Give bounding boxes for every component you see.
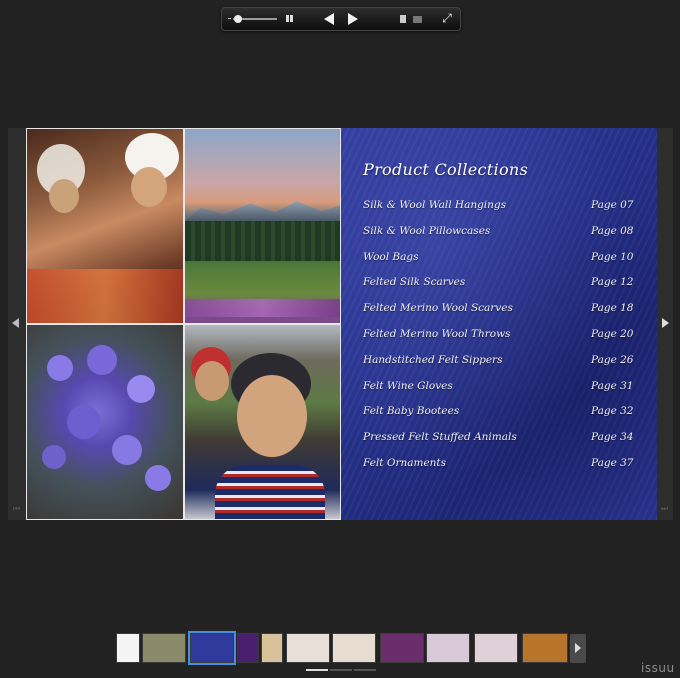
toc-item[interactable]: Silk & Wool Wall Hangings Page 07 — [363, 196, 635, 222]
two-page-view-icon[interactable] — [286, 15, 294, 23]
thumbnail[interactable] — [237, 633, 259, 663]
photo-purple-flowers — [27, 325, 183, 519]
toc-item[interactable]: Silk & Wool Pillowcases Page 08 — [363, 222, 635, 248]
toc-item[interactable]: Felted Merino Wool Scarves Page 18 — [363, 299, 635, 325]
toc-item-title: Silk & Wool Pillowcases — [363, 224, 491, 237]
thumbnail[interactable] — [142, 633, 186, 663]
fullscreen-icon[interactable]: ⤢ — [441, 12, 453, 24]
toc-item-page: Page 20 — [591, 327, 634, 340]
previous-icon[interactable] — [324, 13, 334, 25]
toc-item-title: Silk & Wool Wall Hangings — [363, 199, 507, 211]
zoom-slider-handle[interactable] — [234, 15, 242, 23]
toc-item-title: Felt Wine Gloves — [363, 379, 453, 392]
thumbnail[interactable] — [426, 633, 470, 663]
photo-smiling-boys — [185, 325, 340, 519]
toc-item-page: Page 31 — [591, 379, 634, 392]
thumbnail[interactable] — [332, 633, 376, 663]
chevron-right-icon — [575, 643, 581, 653]
toc-item-title: Wool Bags — [363, 250, 419, 263]
toc-item[interactable]: Felt Baby Bootees Page 32 — [363, 402, 635, 428]
toc-item-page: Page 08 — [591, 224, 634, 237]
toc-item-page: Page 12 — [591, 276, 634, 289]
thumbnail-strip — [114, 631, 589, 665]
brand-logo[interactable]: issuu — [641, 661, 675, 675]
thumbnail[interactable] — [261, 633, 283, 663]
toc-item-page: Page 37 — [591, 456, 634, 469]
toc-item[interactable]: Felt Ornaments Page 37 — [363, 454, 635, 480]
photo-mountain-landscape — [185, 129, 340, 323]
right-page-table-of-contents[interactable]: Product Collections Silk & Wool Wall Han… — [341, 128, 657, 520]
document-icon[interactable] — [400, 15, 406, 23]
page-title: Product Collections — [363, 160, 529, 179]
next-page-icon[interactable] — [662, 318, 669, 328]
toc-item-title: Felt Ornaments — [363, 456, 447, 469]
viewer-toolbar: ⤢ — [221, 7, 461, 31]
thumbnail[interactable] — [380, 633, 424, 663]
toc-item[interactable]: Felted Silk Scarves Page 12 — [363, 273, 635, 299]
first-page-icon[interactable]: ⏮ — [13, 505, 20, 513]
toc-item-title: Handstitched Felt Sippers — [363, 353, 503, 366]
toc-item[interactable]: Felt Wine Gloves Page 31 — [363, 377, 635, 403]
thumbnail[interactable] — [286, 633, 330, 663]
thumbnail[interactable] — [116, 633, 140, 663]
toc-item-page: Page 26 — [591, 353, 634, 366]
toc-item[interactable]: Handstitched Felt Sippers Page 26 — [363, 351, 635, 377]
toc-item[interactable]: Felted Merino Wool Throws Page 20 — [363, 325, 635, 351]
thumbnail[interactable] — [474, 633, 518, 663]
toc-item-title: Felted Merino Wool Throws — [363, 327, 511, 340]
toc-item[interactable]: Wool Bags Page 10 — [363, 248, 635, 274]
toc-item-title: Felted Silk Scarves — [363, 276, 466, 289]
last-page-icon[interactable]: ⏭ — [661, 505, 668, 513]
toc-item[interactable]: Pressed Felt Stuffed Animals Page 34 — [363, 428, 635, 454]
toc-item-page: Page 32 — [591, 405, 634, 418]
toc-item-page: Page 07 — [591, 199, 634, 211]
previous-page-icon[interactable] — [12, 318, 19, 328]
toc-item-page: Page 18 — [591, 302, 634, 315]
thumbnail-next-button[interactable] — [570, 634, 586, 663]
grid-icon[interactable] — [413, 16, 422, 23]
thumbnail-active[interactable] — [188, 631, 236, 665]
toc-item-title: Pressed Felt Stuffed Animals — [363, 431, 517, 444]
pager-dot-active[interactable] — [306, 669, 328, 671]
photo-women-working-felt — [27, 129, 183, 323]
left-page[interactable] — [26, 128, 341, 520]
toc-item-title: Felt Baby Bootees — [363, 405, 460, 418]
toc-item-title: Felted Merino Wool Scarves — [363, 302, 513, 315]
toc-list: Silk & Wool Wall Hangings Page 07 Silk & … — [363, 196, 635, 480]
pager-dot[interactable] — [330, 669, 352, 671]
next-icon[interactable] — [348, 13, 358, 25]
zoom-out-icon[interactable] — [228, 18, 231, 19]
thumbnail[interactable] — [522, 633, 568, 663]
toc-item-page: Page 10 — [591, 250, 634, 263]
toc-item-page: Page 34 — [591, 431, 634, 444]
pager-dot[interactable] — [354, 669, 376, 671]
